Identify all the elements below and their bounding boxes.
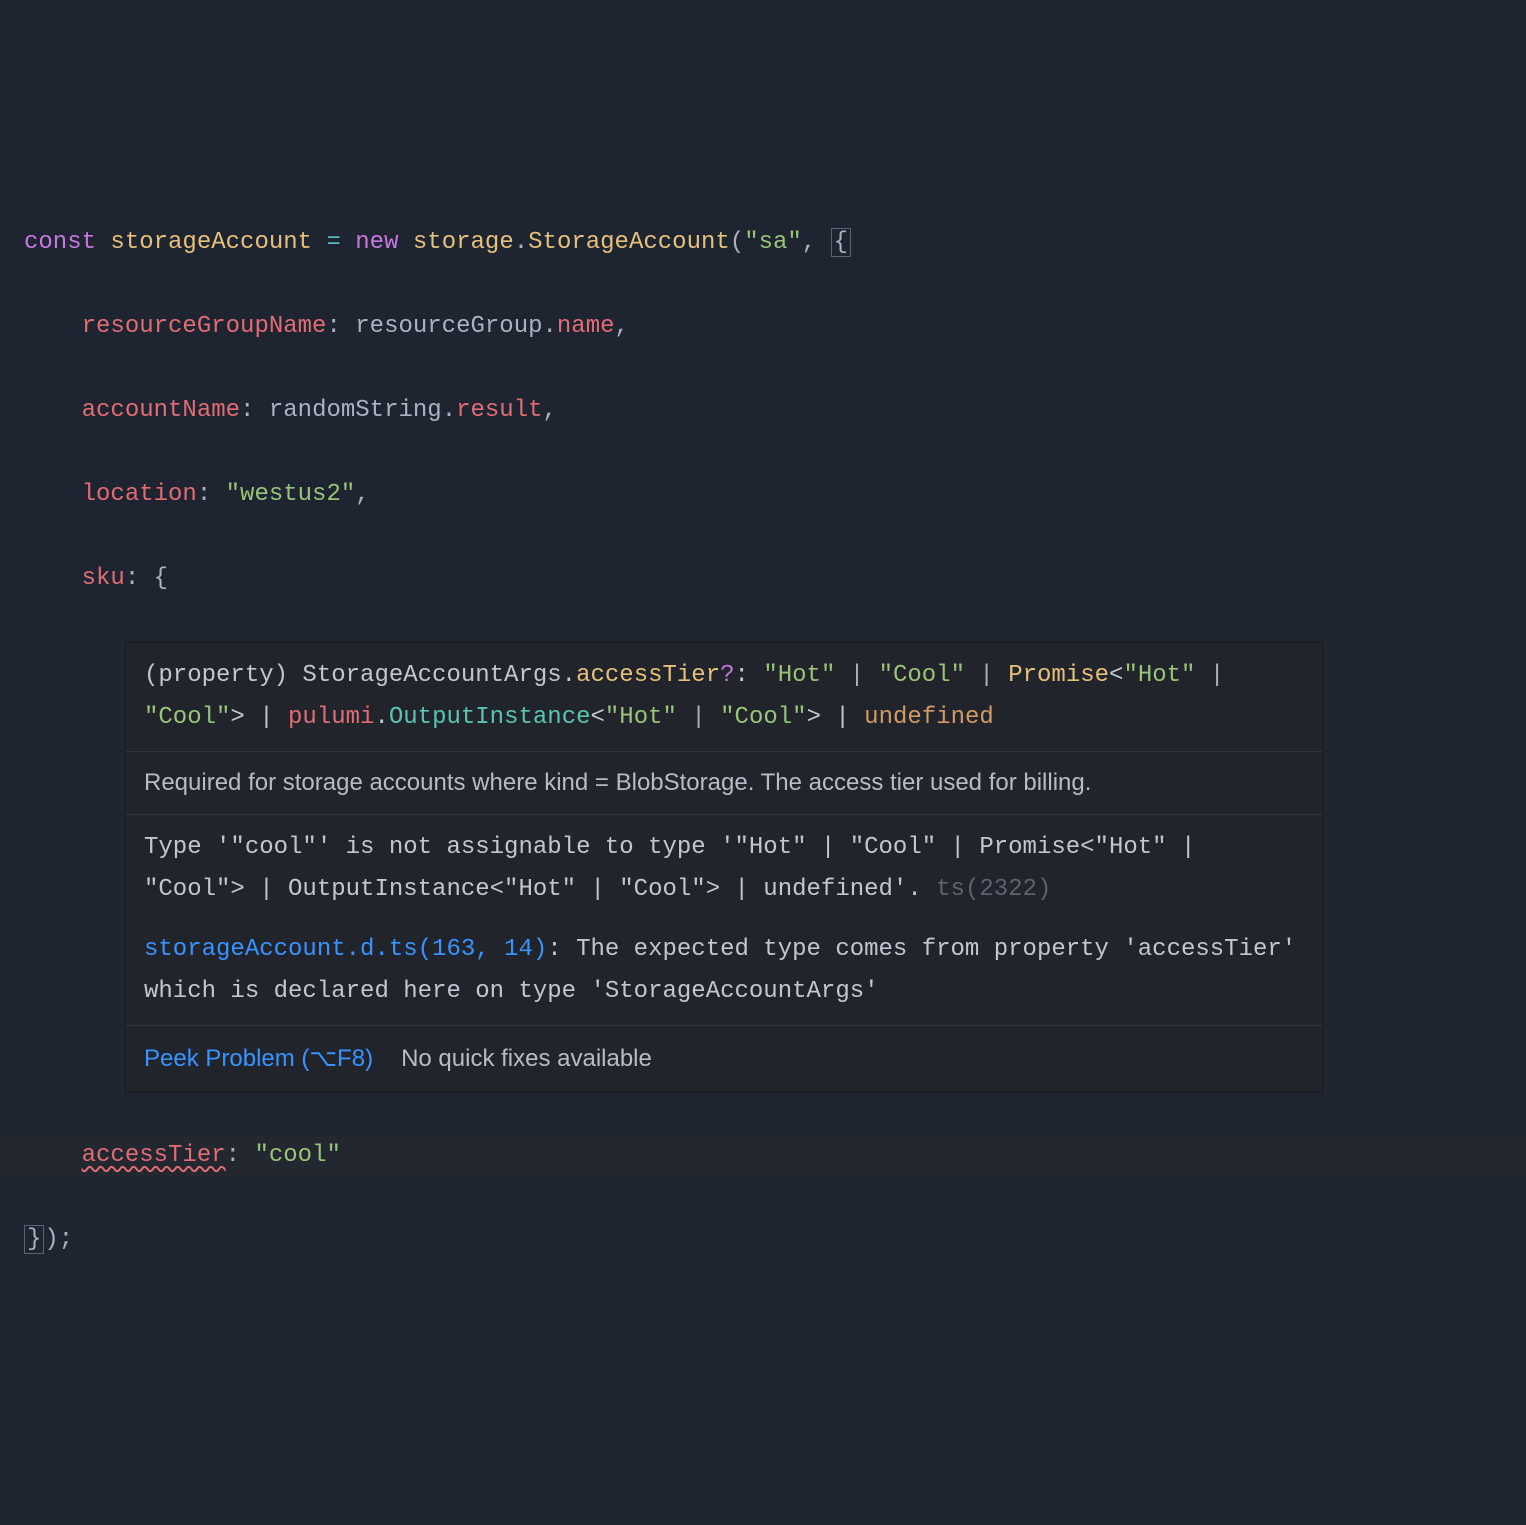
expr-obj: resourceGroup [355, 313, 542, 340]
code-line-6[interactable]: accessTier: "cool" [0, 1135, 1526, 1177]
prop-resourceGroupName: resourceGroupName [82, 313, 327, 340]
expr-member: name [557, 313, 615, 340]
hover-actions: Peek Problem (⌥F8) No quick fixes availa… [126, 1026, 1322, 1092]
hover-signature: (property) StorageAccountArgs.accessTier… [126, 643, 1322, 752]
prop-location: location [82, 481, 197, 508]
code-line-2[interactable]: resourceGroupName: resourceGroup.name, [24, 306, 1526, 348]
prop-sku: sku [82, 565, 125, 592]
code-line-7[interactable]: }); [24, 1219, 1526, 1261]
keyword-new: new [355, 229, 398, 256]
brace-close-highlight: } [24, 1225, 44, 1254]
brace-open-highlight: { [831, 228, 851, 257]
string-location: "westus2" [226, 481, 356, 508]
hover-tooltip: (property) StorageAccountArgs.accessTier… [125, 642, 1323, 1093]
expr-obj: randomString [269, 397, 442, 424]
string-arg: "sa" [744, 229, 802, 256]
prop-accessTier-error: accessTier [82, 1142, 226, 1169]
prop-accountName: accountName [82, 397, 240, 424]
code-line-4[interactable]: location: "westus2", [24, 474, 1526, 516]
expr-member: result [456, 397, 542, 424]
class-name: StorageAccount [528, 229, 730, 256]
hover-error: Type '"cool"' is not assignable to type … [126, 815, 1322, 1026]
no-quick-fixes-text: No quick fixes available [401, 1038, 652, 1080]
code-line-3[interactable]: accountName: randomString.result, [24, 390, 1526, 432]
keyword-const: const [24, 229, 96, 256]
peek-problem-link[interactable]: Peek Problem (⌥F8) [144, 1038, 373, 1080]
related-file-link[interactable]: storageAccount.d.ts(163, 14) [144, 936, 547, 963]
code-editor[interactable]: const storageAccount = new storage.Stora… [0, 168, 1526, 1315]
code-line-5[interactable]: sku: { [24, 558, 1526, 600]
string-cool: "cool" [254, 1142, 340, 1169]
namespace: storage [413, 229, 514, 256]
error-code: ts(2322) [936, 876, 1051, 903]
code-line-1[interactable]: const storageAccount = new storage.Stora… [24, 222, 1526, 264]
hover-doc: Required for storage accounts where kind… [126, 752, 1322, 815]
operator-eq: = [326, 229, 340, 256]
var-name: storageAccount [110, 229, 312, 256]
